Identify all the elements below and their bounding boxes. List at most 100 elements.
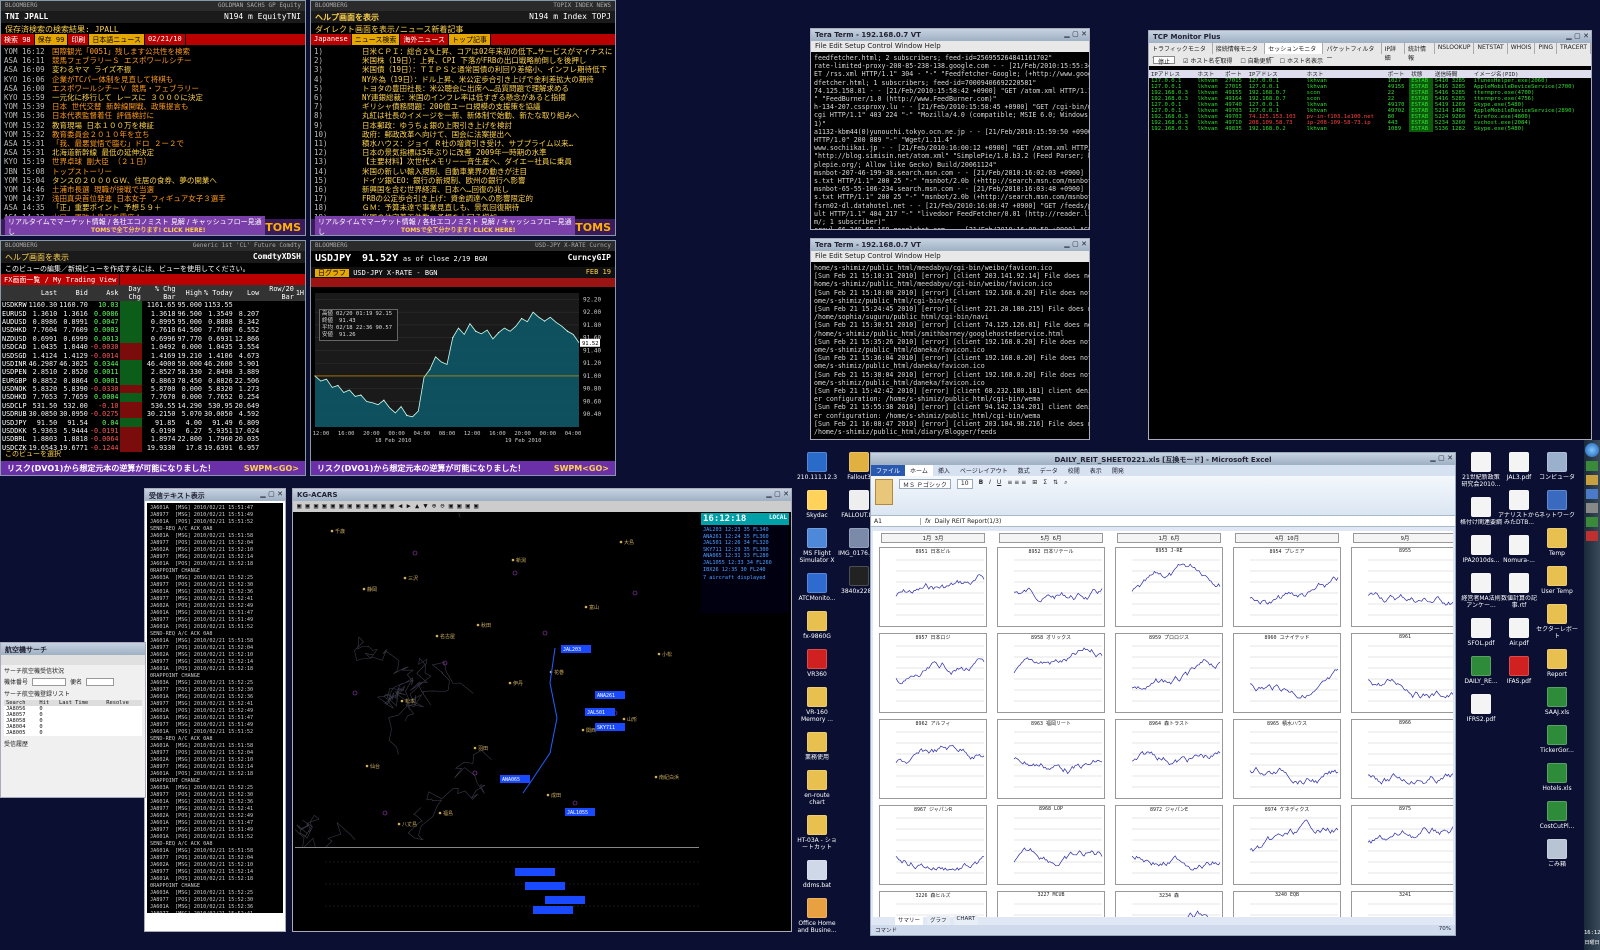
fx-row[interactable]: USDPEN 2.8510 2.8520 0.0011 2.8527 58.330 2.84… bbox=[1, 368, 305, 377]
news-item[interactable]: 14) 米国の新しい輸入規制、自動車業界の動きが注目 bbox=[311, 167, 615, 176]
desktop-icon[interactable]: セクターレポート bbox=[1536, 604, 1578, 640]
news-item[interactable]: ASA 14:35 「正」重要ポイント 予想５９＋ bbox=[1, 203, 305, 212]
tcp-check-hostname[interactable]: ☑ ホスト名を取得 bbox=[1183, 56, 1232, 65]
reit-mini-chart[interactable]: 8957 日本ロジ bbox=[879, 633, 987, 713]
tt1-menubar[interactable]: File Edit Setup Control Window Help bbox=[811, 41, 1089, 52]
tcp-tab[interactable]: トラフィックモニター bbox=[1149, 43, 1213, 62]
acars-message-log-window[interactable]: 受信テキスト表示 ▁ ▢ ✕ JA601A [MSG] 2010/02/21 15… bbox=[144, 488, 286, 932]
search-reg-input[interactable] bbox=[32, 677, 67, 686]
excel-window[interactable]: DAILY_REIT_SHEET0221.xls [互換モード] - Micro… bbox=[870, 452, 1456, 936]
fx-monitor-window[interactable]: BLOOMBERG Generic 1st 'CL' Future Comdty … bbox=[0, 240, 306, 476]
ribbon-tab[interactable]: ファイル bbox=[871, 465, 906, 476]
news-item[interactable]: 5) トヨタの豊田社長：米公聴会に出席へ…品質問題で理解求める bbox=[311, 84, 615, 93]
desktop-icon[interactable]: 業務使用 bbox=[796, 732, 838, 761]
tcp-tab[interactable]: WHOIS bbox=[1508, 43, 1536, 54]
news-item[interactable]: KYO 15:59 一元化に移行して レースに ３０００に決定 bbox=[1, 93, 305, 102]
acars-flight-row[interactable]: SKY711 12:29 35 FL300 bbox=[703, 547, 787, 554]
sum-icon[interactable]: Σ bbox=[1043, 479, 1047, 512]
acars-flight-row[interactable]: JAL501 12:26 34 FL320 bbox=[703, 540, 787, 547]
ribbon-tab[interactable]: 校閲 bbox=[1063, 465, 1085, 476]
desktop-icon[interactable]: Skydac bbox=[796, 490, 838, 519]
reit-mini-chart[interactable]: 8954 プレミア bbox=[1233, 547, 1341, 627]
desktop-icon[interactable]: DAILY_RE... bbox=[1460, 656, 1502, 685]
news-item[interactable]: 4) NY外為（19日）：ドル上昇、米公定歩合引き上げで金利差拡大の期待 bbox=[311, 75, 615, 84]
reit-mini-chart[interactable]: 8953 J-RE bbox=[1115, 547, 1223, 627]
desktop-icon[interactable]: アナリストからみたDTB... bbox=[1498, 490, 1540, 526]
reit-mini-chart[interactable]: 8975 bbox=[1351, 805, 1453, 885]
reit-mini-chart[interactable]: 8967 ジャパンR bbox=[879, 805, 987, 885]
excel-zoom[interactable]: 70% bbox=[1439, 926, 1451, 934]
news-item[interactable]: 12) 日本の景気指標は5年ぶりに改善 2009年一時期の水準 bbox=[311, 148, 615, 157]
underline-icon[interactable]: U bbox=[997, 479, 1001, 512]
news-item[interactable]: 13) 【主要材料】次世代メモリー一斉生産へ、ダイエー社員に乗員 bbox=[311, 157, 615, 166]
tera-term-access-log[interactable]: Tera Term - 192.168.0.7 VT ▁ ▢ ✕ File Edi… bbox=[810, 28, 1090, 230]
msglog-list[interactable]: JA601A [MSG] 2010/02/21 15:51:47 JA8977 [… bbox=[147, 503, 283, 913]
desktop-icon[interactable]: MS Flight Simulator X bbox=[796, 528, 838, 564]
news-item[interactable]: 7) ギリシャ債務問題：200億ユーロ規模の支援策を協議 bbox=[311, 102, 615, 111]
altitude-tag[interactable] bbox=[545, 896, 585, 904]
reit-mini-chart[interactable]: 8955 bbox=[1351, 547, 1453, 627]
altitude-tag[interactable] bbox=[533, 906, 573, 914]
tni-tab[interactable]: 02/21/10 bbox=[145, 34, 186, 45]
ribbon-tab[interactable]: 数式 bbox=[1013, 465, 1035, 476]
news-item[interactable]: 11) 積水ハウス：ジョイ Ｒ社の増資引き受け、サブプライム以来… bbox=[311, 139, 615, 148]
tni-ad-sub[interactable]: TOMSで全て分かります! CLICK HERE! bbox=[91, 225, 206, 234]
reit-mini-chart[interactable]: 3226 森ヒルズ bbox=[879, 891, 987, 917]
topj-tab[interactable]: Japanese bbox=[311, 34, 352, 45]
fx-row[interactable]: USDHKD 7.7653 7.7659 0.0004 7.7670 0.000 7.765… bbox=[1, 393, 305, 402]
bold-icon[interactable]: B bbox=[979, 479, 984, 512]
desktop-icon[interactable]: SAAJ.xls bbox=[1536, 687, 1578, 716]
reit-mini-chart[interactable]: 8972 ジャパンE bbox=[1115, 805, 1223, 885]
taskbar-app-icon[interactable] bbox=[1586, 531, 1598, 541]
news-item[interactable]: YOM 15:04 タンスの２０００ＧＷ、住居の食券、夢の開業へ bbox=[1, 176, 305, 185]
window-controls-icon[interactable]: ▁ ▢ ✕ bbox=[1064, 240, 1087, 248]
sheet-tab[interactable]: CHART bbox=[953, 916, 979, 925]
ribbon-tab[interactable]: 挿入 bbox=[933, 465, 955, 476]
fx-row[interactable]: NZDUSD 0.6991 0.6999 0.0013 0.6996 97.770 0.69… bbox=[1, 334, 305, 343]
news-item[interactable]: YOM 15:36 日本代表監督着任 評価検討に bbox=[1, 111, 305, 120]
acars-flight-map[interactable]: 千歳三沢秋田花巻山形仙台福島 新潟富山小松松本羽田成田 大島静岡名古屋伊丹関西南紀白… bbox=[295, 513, 699, 847]
sheet-tab[interactable]: サマリー bbox=[895, 916, 924, 925]
tcp-check-auto[interactable]: ☐ 自動更新 bbox=[1240, 56, 1271, 65]
tcp-row[interactable]: 192.168.0.3 lkhvan 49835 192.168.0.2 lkhvan 1… bbox=[1149, 126, 1591, 132]
tcp-check-display[interactable]: ☐ ホスト名表示 bbox=[1280, 56, 1323, 65]
fx-row[interactable]: USDINR 46.2987 46.3025 0.0344 46.4000 50.000 4… bbox=[1, 359, 305, 369]
jpy-promo-banner[interactable]: リスク(DVO1)から想定元本の逆算が可能になりました！ SWPM<GO> bbox=[311, 461, 615, 475]
topj-tab[interactable]: 海外ニュース bbox=[400, 34, 450, 45]
reit-mini-chart[interactable]: 8974 ケネディクス bbox=[1233, 805, 1341, 885]
tt2-menubar[interactable]: File Edit Setup Control Window Help bbox=[811, 251, 1089, 262]
desktop-icon[interactable]: Office Home and Busine... bbox=[796, 898, 838, 934]
reit-mini-chart[interactable]: 3240 EQB bbox=[1233, 891, 1341, 917]
ribbon-tab[interactable]: データ bbox=[1035, 465, 1063, 476]
desktop-icon[interactable]: IFAS.pdf bbox=[1498, 656, 1540, 685]
reit-mini-chart[interactable]: 8959 プロロジス bbox=[1115, 633, 1223, 713]
altitude-tag[interactable] bbox=[525, 882, 565, 890]
desktop-icon[interactable]: fx-9860G bbox=[796, 611, 838, 640]
desktop-icon[interactable]: HT-03A - ショートカット bbox=[796, 815, 838, 851]
tt2-terminal[interactable]: home/s-shimiz/public_html/meedabyu/cgi-b… bbox=[811, 262, 1089, 439]
tcp-tab[interactable]: IP詳細 bbox=[1382, 43, 1406, 62]
desktop-icon[interactable]: VR-160 Memory ... bbox=[796, 687, 838, 723]
tera-term-error-log[interactable]: Tera Term - 192.168.0.7 VT ▁ ▢ ✕ File Edi… bbox=[810, 238, 1090, 440]
reit-mini-chart[interactable]: 8964 森トラスト bbox=[1115, 719, 1223, 799]
acars-flight-row[interactable]: ANA261 12:24 35 FL360 bbox=[703, 534, 787, 541]
news-item[interactable]: YOM 15:39 日本 世代交替 新幹線開戦、政策提言も bbox=[1, 102, 305, 111]
news-item[interactable]: YOM 15:32 教育現場 日本１００万を検証 bbox=[1, 121, 305, 130]
excel-font-select[interactable]: ＭＳ Ｐゴシック bbox=[899, 479, 951, 489]
tni-tab[interactable]: 保存 99 bbox=[34, 34, 69, 45]
fx-row[interactable]: USDCAD 1.0435 1.0440 -0.0030 1.0492 0.000 1.04… bbox=[1, 342, 305, 352]
tcp-monitor-window[interactable]: TCP Monitor Plus ▁ ▢ ✕ トラフィックモニター接続情報モニター… bbox=[1148, 30, 1592, 440]
tcp-tab[interactable]: PING bbox=[1535, 43, 1558, 54]
kg-acars-window[interactable]: KG-ACARS ▁ ▢ ✕ ▣ ▣ ▣ ▣ ▣ ▣ ▣ ▣ ▣ ▣ ▣ ▣ ◀ … bbox=[292, 488, 792, 932]
fx-row[interactable]: USDDKK 5.9363 5.9444 -0.0191 6.0190 6.27 5.935… bbox=[1, 426, 305, 436]
ribbon-tab[interactable]: 表示 bbox=[1085, 465, 1107, 476]
fx-promo-banner[interactable]: リスク(DVO1)から想定元本の逆算が可能になりました！ SWPM<GO> bbox=[1, 461, 305, 475]
news-item[interactable]: YOM 16:12 国際観光「0051」残します公共性を検索 bbox=[1, 47, 305, 56]
taskbar-clock[interactable]: 16:12 bbox=[1584, 930, 1600, 936]
acars-flight-row[interactable]: JAL203 12:23 35 FL340 bbox=[703, 527, 787, 534]
news-item[interactable]: 8) 丸紅は社長のイメージを一新、新体制で始動、新たな取り組みへ bbox=[311, 111, 615, 120]
desktop-icon[interactable]: コンピュータ bbox=[1536, 452, 1578, 481]
excel-font-size-select[interactable]: 10 bbox=[956, 479, 973, 489]
sheet-tab[interactable]: グラフ bbox=[927, 916, 950, 925]
desktop-icon[interactable]: ATCMonito... bbox=[796, 573, 838, 602]
